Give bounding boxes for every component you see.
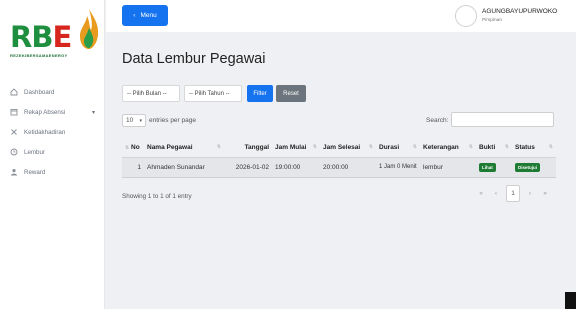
user-role: Pimpinan bbox=[482, 18, 502, 23]
page-title: Data Lembur Pegawai bbox=[122, 51, 266, 67]
sidebar-item-label: Lembur bbox=[24, 148, 45, 156]
pagination: « ‹ 1 › » bbox=[476, 185, 550, 202]
logo-tagline: REZEKIBERSAMAENERGY bbox=[10, 53, 68, 58]
table-header-row: ⇅ No Nama Pegawai ⇅ Tanggal Jam Mulai ⇅ Ja… bbox=[122, 138, 556, 158]
view-proof-button[interactable]: Lihat bbox=[479, 162, 496, 172]
entries-length-select[interactable]: 10 ▾ bbox=[122, 114, 146, 127]
sort-icon: ⇅ bbox=[312, 143, 317, 150]
sort-icon: ⇅ bbox=[468, 143, 473, 150]
calendar-icon bbox=[10, 108, 18, 116]
cell-no: 1 bbox=[122, 157, 144, 178]
column-header-durasi[interactable]: Durasi ⇅ bbox=[376, 138, 420, 158]
clock-icon bbox=[10, 148, 18, 156]
header-label: Nama Pegawai bbox=[147, 143, 193, 151]
cell-status: Disetujui bbox=[512, 157, 556, 178]
avatar[interactable] bbox=[455, 5, 477, 27]
search-label: Search: bbox=[426, 117, 449, 124]
sort-icon: ⇅ bbox=[548, 143, 553, 150]
sidebar-item-ketidakhadiran[interactable]: Ketidakhadiran bbox=[0, 122, 105, 142]
cell-bukti: Lihat bbox=[476, 157, 512, 178]
prev-page-button[interactable]: ‹ bbox=[491, 186, 501, 202]
column-header-keterangan[interactable]: Keterangan ⇅ bbox=[420, 138, 476, 158]
header-label: No bbox=[131, 143, 140, 151]
cell-jam-selesai: 20:00:00 bbox=[320, 157, 376, 178]
home-icon bbox=[10, 88, 18, 96]
table-info: Showing 1 to 1 of 1 entry bbox=[122, 193, 192, 200]
sidebar-item-rekap-absensi[interactable]: Rekap Absensi ▾ bbox=[0, 102, 105, 122]
chevron-left-icon: ‹ bbox=[133, 12, 136, 19]
header-label: Durasi bbox=[379, 143, 400, 151]
table-row: 1 Ahmaden Sunandar 2026-01-02 19:00:00 2… bbox=[122, 157, 556, 178]
header-label: Jam Mulai bbox=[275, 143, 307, 151]
sidebar-item-label: Rekap Absensi bbox=[24, 108, 66, 116]
page-button-1[interactable]: 1 bbox=[506, 185, 520, 202]
sidebar-item-label: Ketidakhadiran bbox=[24, 128, 66, 136]
sidebar-item-dashboard[interactable]: Dashboard bbox=[0, 82, 105, 102]
year-select[interactable]: -- Pilih Tahun -- bbox=[184, 85, 242, 102]
column-header-tanggal[interactable]: Tanggal bbox=[224, 138, 272, 158]
user-award-icon bbox=[10, 168, 18, 176]
column-header-no[interactable]: ⇅ No bbox=[122, 138, 144, 158]
brand-logo[interactable]: RBE REZEKIBERSAMAENERGY bbox=[8, 6, 100, 64]
sidebar-item-label: Dashboard bbox=[24, 88, 55, 96]
sidebar-item-reward[interactable]: Reward bbox=[0, 162, 105, 182]
last-page-button[interactable]: » bbox=[540, 186, 550, 202]
sidebar-nav: Dashboard Rekap Absensi ▾ Ketidakhadiran… bbox=[0, 82, 105, 182]
sort-icon: ⇅ bbox=[125, 144, 130, 151]
menu-label: Menu bbox=[140, 12, 157, 19]
column-header-status[interactable]: Status ⇅ bbox=[512, 138, 556, 158]
cell-tanggal: 2026-01-02 bbox=[224, 157, 272, 178]
reset-button[interactable]: Reset bbox=[276, 85, 306, 102]
topbar: ‹ Menu AGUNGBAYUPURWOKO Pimpinan bbox=[106, 0, 576, 32]
sort-icon: ⇅ bbox=[216, 143, 221, 150]
next-page-button[interactable]: › bbox=[525, 186, 535, 202]
logo-letter-b: B bbox=[31, 20, 53, 54]
column-header-jam-mulai[interactable]: Jam Mulai ⇅ bbox=[272, 138, 320, 158]
header-label: Tanggal bbox=[244, 143, 269, 151]
sidebar-item-label: Reward bbox=[24, 168, 46, 176]
sort-icon: ⇅ bbox=[504, 143, 509, 150]
corner-overlay bbox=[565, 292, 576, 309]
chevron-down-icon: ▾ bbox=[91, 109, 95, 116]
cell-nama: Ahmaden Sunandar bbox=[144, 157, 224, 178]
filter-button[interactable]: Filter bbox=[247, 85, 273, 102]
entries-per-page: 10 ▾ entries per page bbox=[122, 114, 196, 127]
column-header-jam-selesai[interactable]: Jam Selesai ⇅ bbox=[320, 138, 376, 158]
header-label: Bukti bbox=[479, 143, 496, 151]
entries-length-value: 10 bbox=[126, 117, 134, 124]
entries-length-suffix: entries per page bbox=[149, 117, 196, 124]
menu-toggle-button[interactable]: ‹ Menu bbox=[122, 5, 168, 26]
month-select[interactable]: -- Pilih Bulan -- bbox=[122, 85, 180, 102]
cell-durasi: 1 Jam 0 Menit bbox=[376, 157, 420, 178]
user-name[interactable]: AGUNGBAYUPURWOKO bbox=[482, 8, 557, 15]
year-select-value: -- Pilih Tahun -- bbox=[189, 90, 230, 97]
month-select-value: -- Pilih Bulan -- bbox=[127, 90, 167, 97]
x-icon bbox=[10, 128, 18, 136]
search-input[interactable] bbox=[451, 112, 554, 127]
sidebar-item-lembur[interactable]: Lembur bbox=[0, 142, 105, 162]
header-label: Keterangan bbox=[423, 143, 459, 151]
overtime-table: ⇅ No Nama Pegawai ⇅ Tanggal Jam Mulai ⇅ Ja… bbox=[122, 138, 556, 178]
sidebar: RBE REZEKIBERSAMAENERGY Dashboard Rekap … bbox=[0, 0, 105, 309]
cell-jam-mulai: 19:00:00 bbox=[272, 157, 320, 178]
header-label: Status bbox=[515, 143, 535, 151]
logo-letter-e: E bbox=[52, 20, 72, 54]
status-badge: Disetujui bbox=[515, 162, 541, 172]
flame-icon bbox=[80, 9, 99, 49]
logo-letter-r: R bbox=[10, 20, 32, 54]
chevron-down-icon: ▾ bbox=[139, 117, 142, 124]
header-label: Jam Selesai bbox=[323, 143, 361, 151]
column-header-nama[interactable]: Nama Pegawai ⇅ bbox=[144, 138, 224, 158]
sort-icon: ⇅ bbox=[412, 143, 417, 150]
logo-wordmark: RBE bbox=[10, 20, 72, 54]
sort-icon: ⇅ bbox=[368, 143, 373, 150]
column-header-bukti[interactable]: Bukti ⇅ bbox=[476, 138, 512, 158]
first-page-button[interactable]: « bbox=[476, 186, 486, 202]
cell-keterangan: lembur bbox=[420, 157, 476, 178]
